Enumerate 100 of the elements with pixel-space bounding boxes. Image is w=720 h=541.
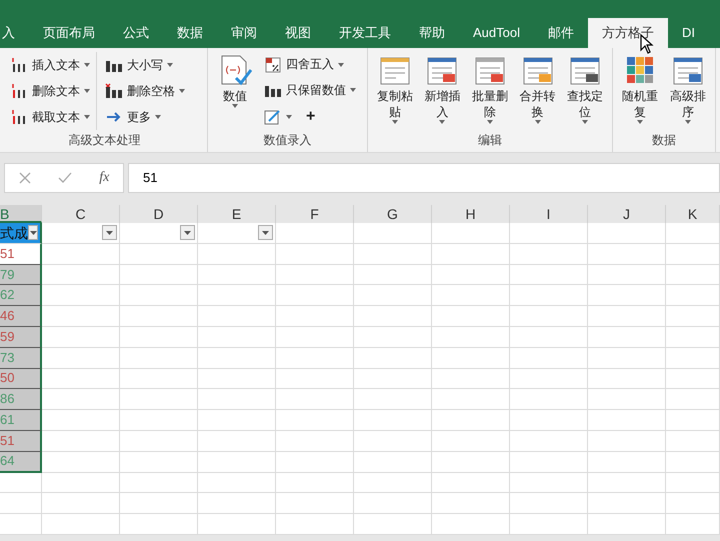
caret-icon [338, 62, 344, 67]
table-cell [666, 493, 720, 514]
caret-icon [30, 230, 36, 235]
table-cell: 64 [0, 452, 42, 473]
ribbon-button[interactable]: 批量删除 [467, 52, 513, 130]
caret-icon [84, 89, 90, 93]
caret-icon [392, 120, 398, 124]
caret-icon [106, 230, 113, 235]
caret-icon [184, 230, 191, 235]
table-cell [666, 410, 720, 431]
caret-icon [155, 115, 161, 119]
ribbon-tab[interactable]: 审阅 [217, 18, 271, 48]
caret-icon [84, 115, 90, 119]
caret-icon [637, 120, 643, 124]
edit-icon [264, 108, 282, 125]
table-cell: 73 [0, 348, 42, 369]
ribbon-button[interactable]: 插入文本 [8, 56, 92, 74]
table-cell: 46 [0, 306, 42, 327]
table-cell [666, 452, 720, 473]
ribbon-button[interactable]: 更多 [103, 108, 187, 126]
column-header[interactable]: H [432, 205, 510, 223]
column-header[interactable]: G [354, 205, 432, 223]
caret-icon [232, 104, 238, 108]
ribbon-tab[interactable]: DI [668, 18, 709, 48]
group-label: 编辑 [477, 132, 503, 149]
ribbon-button[interactable]: 数值 [212, 52, 258, 130]
table-cell [666, 306, 720, 327]
ribbon-tab[interactable]: 方方格子 [588, 18, 668, 48]
ribbon-tab[interactable]: 帮助 [405, 18, 459, 48]
filter-dropdown-button[interactable] [28, 225, 38, 240]
table-cell [666, 223, 720, 244]
table-cell [666, 348, 720, 369]
caret-icon [84, 63, 90, 67]
table-cell: 51 [0, 430, 42, 452]
group-label: 数据 [651, 132, 677, 149]
ribbon-button[interactable]: 大小写 [103, 56, 187, 74]
ribbon-button[interactable]: 随机重复 [617, 52, 663, 130]
filter-dropdown-button[interactable] [258, 225, 273, 240]
caret-icon [262, 230, 269, 235]
column-header[interactable]: K [666, 205, 720, 223]
ribbon-tab[interactable]: 页面布局 [29, 18, 109, 48]
ribbon-tab[interactable]: 数据 [163, 18, 217, 48]
ribbon-button[interactable]: 合并转换 [514, 52, 560, 130]
caret-icon [439, 120, 446, 124]
table-cell [666, 430, 720, 452]
table-cell [666, 326, 720, 348]
ribbon-button[interactable]: 截取文本 [8, 108, 92, 126]
table-cell [0, 472, 42, 494]
column-header[interactable]: F [276, 205, 354, 223]
ribbon-tab[interactable]: 邮件 [534, 18, 588, 48]
ribbon-tab[interactable]: 视图 [271, 18, 325, 48]
formula-input-field[interactable]: 51 [128, 163, 720, 193]
group-label: 高级文本处理 [68, 132, 142, 149]
check-icon[interactable] [58, 172, 72, 184]
column-header[interactable]: C [42, 205, 120, 223]
table-cell: 51 [0, 244, 42, 265]
table-cell [666, 368, 720, 390]
table-cell: 86 [0, 389, 42, 410]
table-cell: 79 [0, 264, 42, 286]
caret-icon [582, 120, 588, 124]
caret-icon [286, 114, 292, 119]
table-cell: 59 [0, 326, 42, 348]
table-cell [666, 285, 720, 306]
column-header[interactable]: E [198, 205, 276, 223]
ribbon-tab[interactable]: 入 [0, 18, 29, 48]
table-cell: 62 [0, 285, 42, 306]
table-cell [0, 493, 42, 514]
ribbon-tab[interactable]: 开发工具 [325, 18, 405, 48]
ribbon-button[interactable]: 新增插入 [420, 52, 466, 130]
table-cell [666, 472, 720, 494]
caret-icon [179, 89, 185, 93]
column-header[interactable]: D [120, 205, 198, 223]
group-label: 数值录入 [262, 132, 312, 149]
table-cell [666, 264, 720, 286]
table-cell [666, 389, 720, 410]
caret-icon [486, 120, 493, 124]
caret-icon [534, 120, 541, 124]
ribbon-button[interactable]: 删除空格 [103, 82, 187, 100]
column-header[interactable]: I [510, 205, 588, 223]
table-cell: 61 [0, 410, 42, 431]
filter-dropdown-button[interactable] [180, 225, 195, 240]
table-cell [666, 244, 720, 265]
caret-icon [685, 120, 691, 124]
header-cell-text: 式成 [0, 224, 28, 243]
ribbon-button[interactable]: 四舍五入 [262, 55, 358, 74]
column-header[interactable]: B [0, 205, 42, 223]
filter-dropdown-button[interactable] [102, 225, 117, 240]
ribbon-tab[interactable]: 公式 [109, 18, 163, 48]
ribbon-tab[interactable]: AudTool [459, 18, 534, 48]
ribbon-button[interactable]: + [262, 106, 358, 127]
table-cell: 50 [0, 368, 42, 390]
function-button[interactable]: fx [99, 170, 110, 186]
ribbon-button[interactable]: 删除文本 [8, 82, 92, 100]
caret-icon [167, 63, 173, 67]
ribbon-button[interactable]: 复制粘贴 [372, 52, 418, 130]
caret-icon [350, 88, 356, 92]
ribbon-button[interactable]: 查找定位 [562, 52, 608, 130]
column-header[interactable]: J [588, 205, 666, 223]
ribbon-button[interactable]: 高级排序 [665, 52, 711, 130]
ribbon-button[interactable]: 只保留数值 [262, 80, 358, 100]
